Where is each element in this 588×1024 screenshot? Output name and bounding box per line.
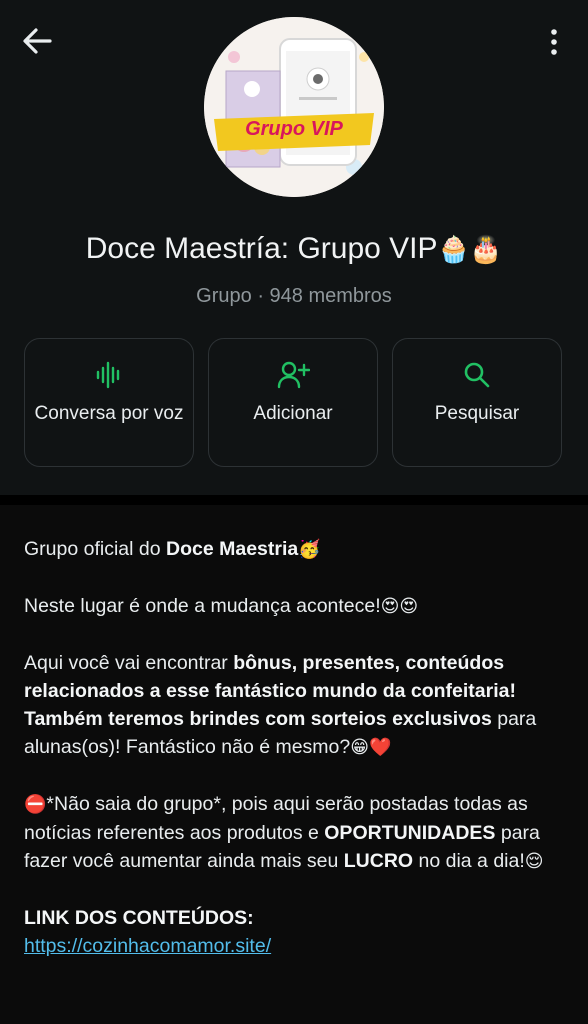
more-options-button[interactable] [538, 26, 568, 58]
search-icon [464, 362, 490, 388]
search-label: Pesquisar [434, 403, 520, 424]
add-member-label: Adicionar [253, 403, 333, 424]
description-paragraph-5: LINK DOS CONTEÚDOS: https://cozinhacomamo… [24, 904, 569, 960]
search-button[interactable]: Pesquisar [392, 338, 562, 467]
desc-text: Grupo oficial do [24, 538, 166, 560]
no-entry-emoji: ⛔ [24, 794, 47, 815]
description-paragraph-1: Grupo oficial do Doce Maestria🥳 [24, 535, 569, 564]
desc-text: no dia a dia! [413, 850, 525, 872]
description-paragraph-4: ⛔*Não saia do grupo*, pois aqui serão po… [24, 790, 569, 876]
group-avatar[interactable]: Grupo VIP [204, 17, 384, 197]
desc-text: Neste lugar é onde a mudança acontece! [24, 595, 381, 617]
description-paragraph-2: Neste lugar é onde a mudança acontece!😍😍 [24, 592, 569, 621]
desc-bold: OPORTUNIDADES [324, 822, 496, 844]
voice-chat-button[interactable]: Conversa por voz [24, 338, 194, 467]
arrow-left-icon [23, 28, 52, 54]
desc-bold: LUCRO [343, 850, 414, 872]
group-info-header: Grupo VIP Doce Maestría: Grupo VIP🧁🎂 Gru… [0, 0, 588, 495]
group-description: Grupo oficial do Doce Maestria🥳 Neste lu… [24, 535, 569, 960]
group-subtitle: Grupo · 948 membros [196, 285, 392, 307]
description-paragraph-3: Aqui você vai encontrar bônus, presentes… [24, 649, 569, 762]
more-vertical-icon [551, 29, 557, 55]
group-name-text: Doce Maestría: Grupo VIP [85, 232, 438, 265]
avatar-badge-text: Grupo VIP [245, 118, 343, 140]
back-button[interactable] [20, 26, 54, 56]
voice-wave-icon [96, 361, 120, 389]
heart-eyes-emoji: 😍😍 [380, 596, 419, 617]
add-person-icon [277, 361, 310, 389]
grin-heart-emoji: 😁❤️ [350, 737, 392, 758]
relieved-emoji: 😌 [524, 851, 544, 872]
group-name: Doce Maestría: Grupo VIP🧁🎂 [0, 232, 588, 266]
desc-bold: Doce Maestria [166, 538, 299, 560]
voice-chat-label: Conversa por voz [34, 403, 184, 424]
party-emoji: 🥳 [298, 539, 321, 560]
add-member-button[interactable]: Adicionar [208, 338, 378, 467]
links-heading: LINK DOS CONTEÚDOS: [24, 907, 254, 929]
group-name-emoji: 🧁🎂 [437, 235, 503, 265]
content-link[interactable]: https://cozinhacomamor.site/ [24, 935, 271, 957]
group-avatar-image [204, 17, 384, 197]
section-divider [0, 495, 588, 505]
desc-text: Aqui você vai encontrar [24, 652, 234, 674]
